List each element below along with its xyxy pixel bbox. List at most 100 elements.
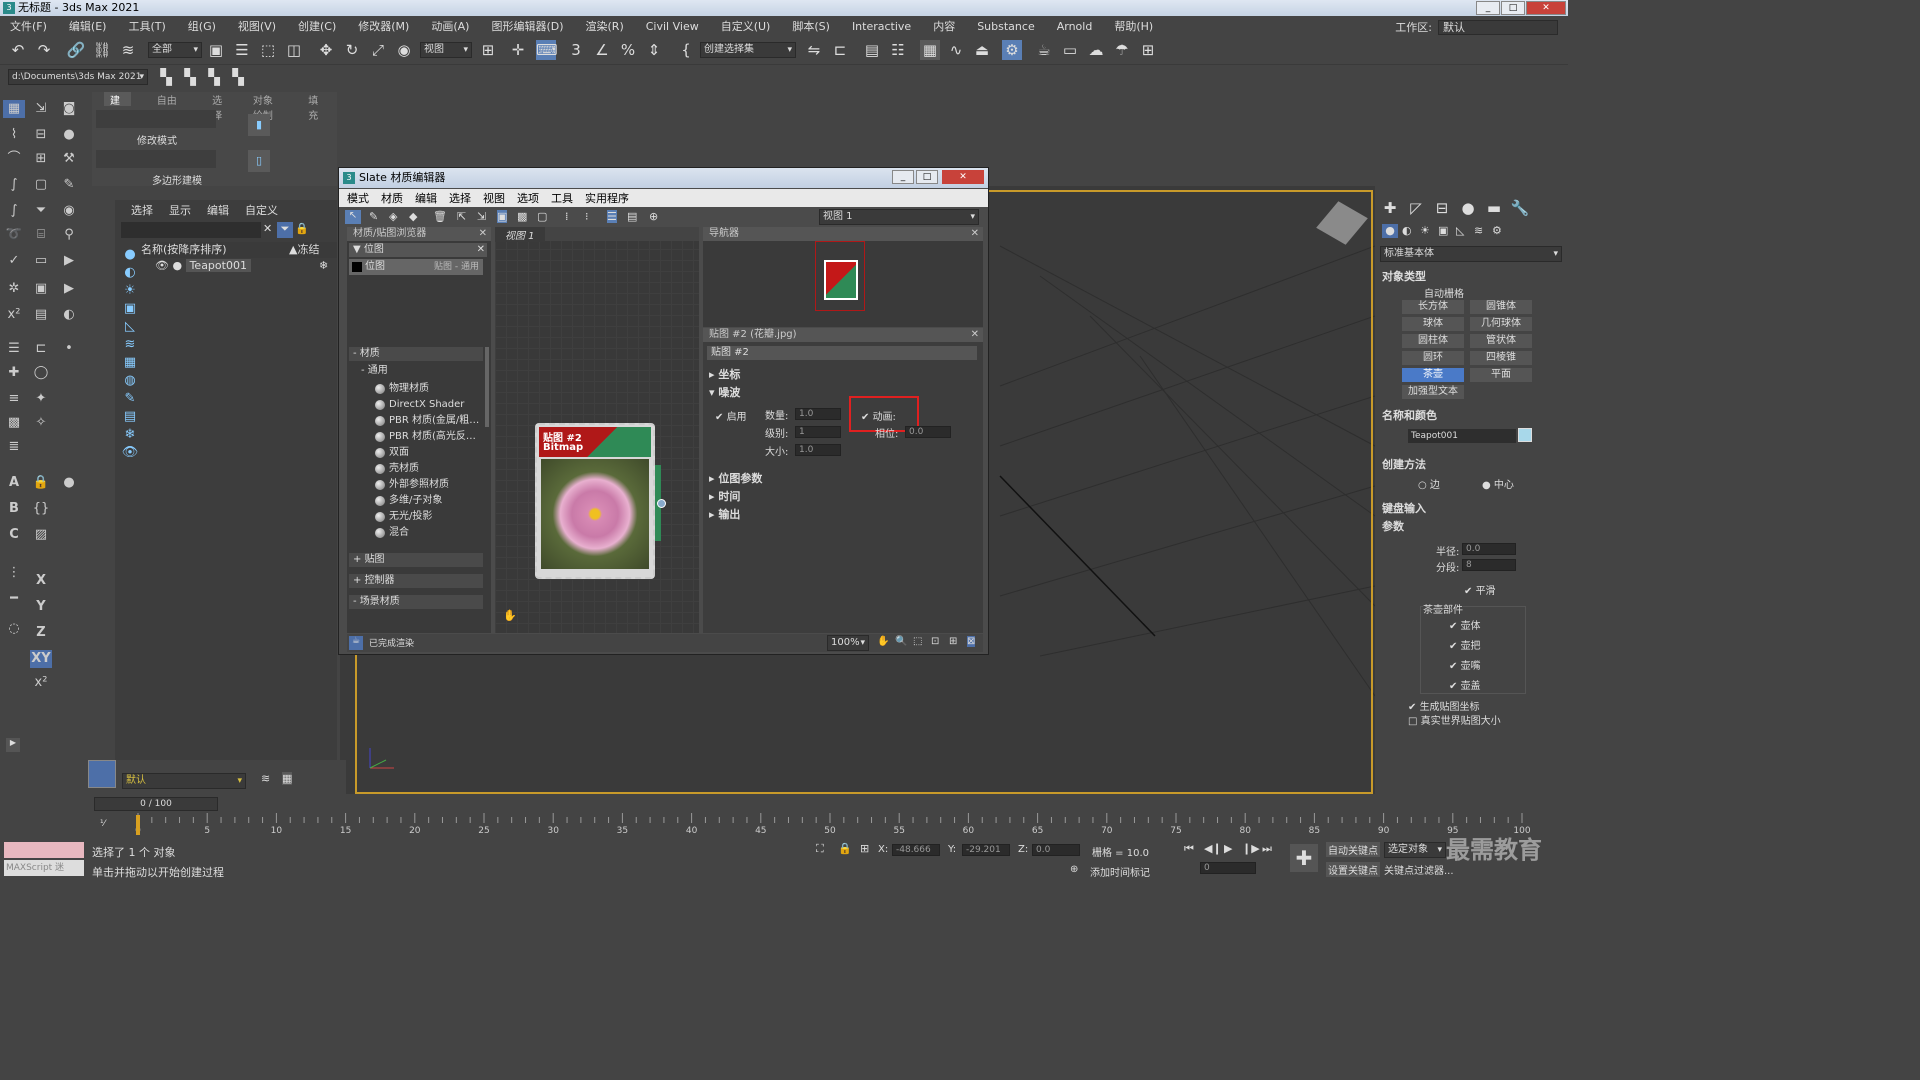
display-containers-icon[interactable]: ▤: [119, 408, 141, 426]
menu-views[interactable]: 视图(V): [238, 18, 276, 34]
phase-spinner[interactable]: 0.0: [905, 426, 951, 438]
star-icon[interactable]: ✦: [30, 390, 52, 408]
poly-modeling-dropdown[interactable]: 多边形建模: [152, 172, 202, 187]
output-rollout[interactable]: ▸ 输出: [709, 506, 740, 522]
menu-file[interactable]: 文件(F): [10, 18, 47, 34]
slate-menu-edit[interactable]: 编辑: [415, 190, 437, 206]
primitive-category-dropdown[interactable]: 标准基本体: [1380, 246, 1562, 262]
parameters-rollout[interactable]: 参数: [1382, 518, 1404, 534]
layer-select-icon[interactable]: ▚: [204, 67, 224, 87]
select-object-icon[interactable]: ▣: [206, 40, 226, 60]
rect-selection-icon[interactable]: ⬚: [258, 40, 278, 60]
creation-method-rollout[interactable]: 创建方法: [1382, 456, 1426, 472]
reference-coord-dropdown[interactable]: 视图: [420, 42, 472, 58]
slate-menu-modes[interactable]: 模式: [347, 190, 369, 206]
bone-icon[interactable]: ✲: [3, 280, 25, 298]
handle-checkbox[interactable]: ✔ 壶把: [1449, 637, 1481, 652]
goto-end-icon[interactable]: ⏭: [1262, 842, 1272, 856]
stack2-icon[interactable]: ≣: [3, 438, 25, 456]
view-dropdown[interactable]: 视图 1: [819, 209, 979, 225]
cylinder-icon[interactable]: ⌸: [30, 226, 52, 244]
freeze-icon[interactable]: ❄: [319, 258, 328, 274]
slate-close-button[interactable]: ✕: [942, 170, 984, 184]
scale-icon[interactable]: ⤢: [368, 40, 388, 60]
keyboard-entry-rollout[interactable]: 键盘输入: [1382, 500, 1426, 516]
radius-spinner[interactable]: 0.0: [1462, 543, 1516, 555]
browser-scrollbar[interactable]: [485, 347, 489, 427]
general-group[interactable]: - 通用: [361, 364, 483, 378]
display-tab-icon[interactable]: ▬: [1484, 198, 1504, 218]
mini-curve-editor-icon[interactable]: ⅟: [100, 819, 105, 829]
create-tab-icon[interactable]: ✚: [1380, 198, 1400, 218]
frame-icon[interactable]: ▭: [30, 252, 52, 270]
list-item[interactable]: 无光/投影: [373, 509, 485, 525]
center-radio[interactable]: ● 中心: [1482, 476, 1514, 491]
redo-icon[interactable]: ↷: [34, 40, 54, 60]
tab-modeling[interactable]: 建模: [104, 92, 131, 122]
dashed-circle-icon[interactable]: ◌: [3, 620, 25, 638]
textplus-button[interactable]: 加强型文本: [1402, 385, 1464, 399]
prev-frame-icon[interactable]: ◀❙: [1204, 842, 1222, 855]
pivot-center-icon[interactable]: ⊞: [478, 40, 498, 60]
output-socket[interactable]: [657, 499, 666, 508]
name-column-header[interactable]: 名称(按降序排序): [141, 243, 227, 256]
cone-button[interactable]: 圆锥体: [1470, 300, 1532, 314]
display-lights-icon[interactable]: ☀: [119, 282, 141, 300]
auto-key-button[interactable]: 自动关键点: [1326, 842, 1380, 857]
ruler-icon[interactable]: ━: [3, 590, 25, 608]
menu-animation[interactable]: 动画(A): [431, 18, 469, 34]
layout-all-icon[interactable]: ⁞: [565, 210, 569, 223]
se-menu-select[interactable]: 选择: [131, 202, 153, 218]
motion-tab-icon[interactable]: ●: [1458, 198, 1478, 218]
plus-icon[interactable]: ✚: [3, 364, 25, 382]
lid-checkbox[interactable]: ✔ 壶盖: [1449, 677, 1481, 692]
maxscript-listener[interactable]: [4, 842, 84, 858]
search-group-header[interactable]: ▼ 位图 ✕: [349, 243, 487, 257]
stack-icon[interactable]: ≡: [3, 390, 25, 408]
hierarchy-icon[interactable]: ⊟: [30, 126, 52, 144]
percent-snap-icon[interactable]: %: [618, 40, 638, 60]
edit-poly-icon[interactable]: ▮: [248, 114, 270, 136]
close-button[interactable]: ✕: [1526, 1, 1566, 15]
spline-icon[interactable]: ∫: [3, 176, 25, 194]
table-row[interactable]: 👁 ● Teapot001 ❄: [155, 258, 335, 274]
systems-icon[interactable]: ⚙: [1492, 224, 1502, 237]
list-item[interactable]: 外部参照材质: [373, 477, 485, 493]
zoom-region-icon[interactable]: ⬚: [913, 636, 922, 647]
navigator-frame[interactable]: [815, 241, 865, 311]
dots-icon[interactable]: ⋮: [3, 564, 25, 582]
torus-button[interactable]: 圆环: [1402, 351, 1464, 365]
isolate-icon[interactable]: ⛶: [816, 842, 824, 856]
visibility-eye-icon[interactable]: 👁: [155, 259, 169, 272]
select-tool-icon[interactable]: ▦: [3, 100, 25, 118]
play-icon[interactable]: ▶: [1224, 842, 1232, 855]
time-slider[interactable]: 0 / 100: [94, 797, 218, 811]
link-tool-icon[interactable]: ⌇: [3, 126, 25, 144]
edge-radio[interactable]: ○ 边: [1418, 476, 1440, 491]
filter-icon[interactable]: ⏷: [277, 222, 293, 238]
layers-icon[interactable]: ☰: [3, 340, 25, 358]
display-all-icon[interactable]: 👁: [119, 444, 141, 462]
slate-minimize-button[interactable]: _: [892, 170, 914, 184]
delete-icon[interactable]: 🗑: [433, 210, 447, 223]
material-editor-icon[interactable]: ⚙: [1002, 40, 1022, 60]
move-icon[interactable]: ✥: [316, 40, 336, 60]
menu-help[interactable]: 帮助(H): [1114, 18, 1153, 34]
placement-icon[interactable]: ◉: [394, 40, 414, 60]
display-bones-icon[interactable]: ✎: [119, 390, 141, 408]
rendered-frame-icon[interactable]: ▭: [1060, 40, 1080, 60]
slate-menu-tools[interactable]: 工具: [551, 190, 573, 206]
play-icon[interactable]: ▶: [58, 280, 80, 298]
preview-icon[interactable]: ▶: [58, 252, 80, 270]
graphite-icon[interactable]: ▯: [248, 150, 270, 172]
layer-properties-icon[interactable]: ▦: [282, 772, 293, 785]
edit-named-selection-icon[interactable]: {: [676, 40, 696, 60]
menu-customize[interactable]: 自定义(U): [721, 18, 771, 34]
menu-interactive[interactable]: Interactive: [852, 20, 911, 33]
amount-spinner[interactable]: 1.0: [795, 408, 841, 420]
zoom-extents-icon[interactable]: ⊡: [931, 636, 939, 647]
segments-spinner[interactable]: 8: [1462, 559, 1516, 571]
display-shapes-icon[interactable]: ◐: [119, 264, 141, 282]
slate-menu-material[interactable]: 材质: [381, 190, 403, 206]
menu-substance[interactable]: Substance: [977, 20, 1035, 33]
